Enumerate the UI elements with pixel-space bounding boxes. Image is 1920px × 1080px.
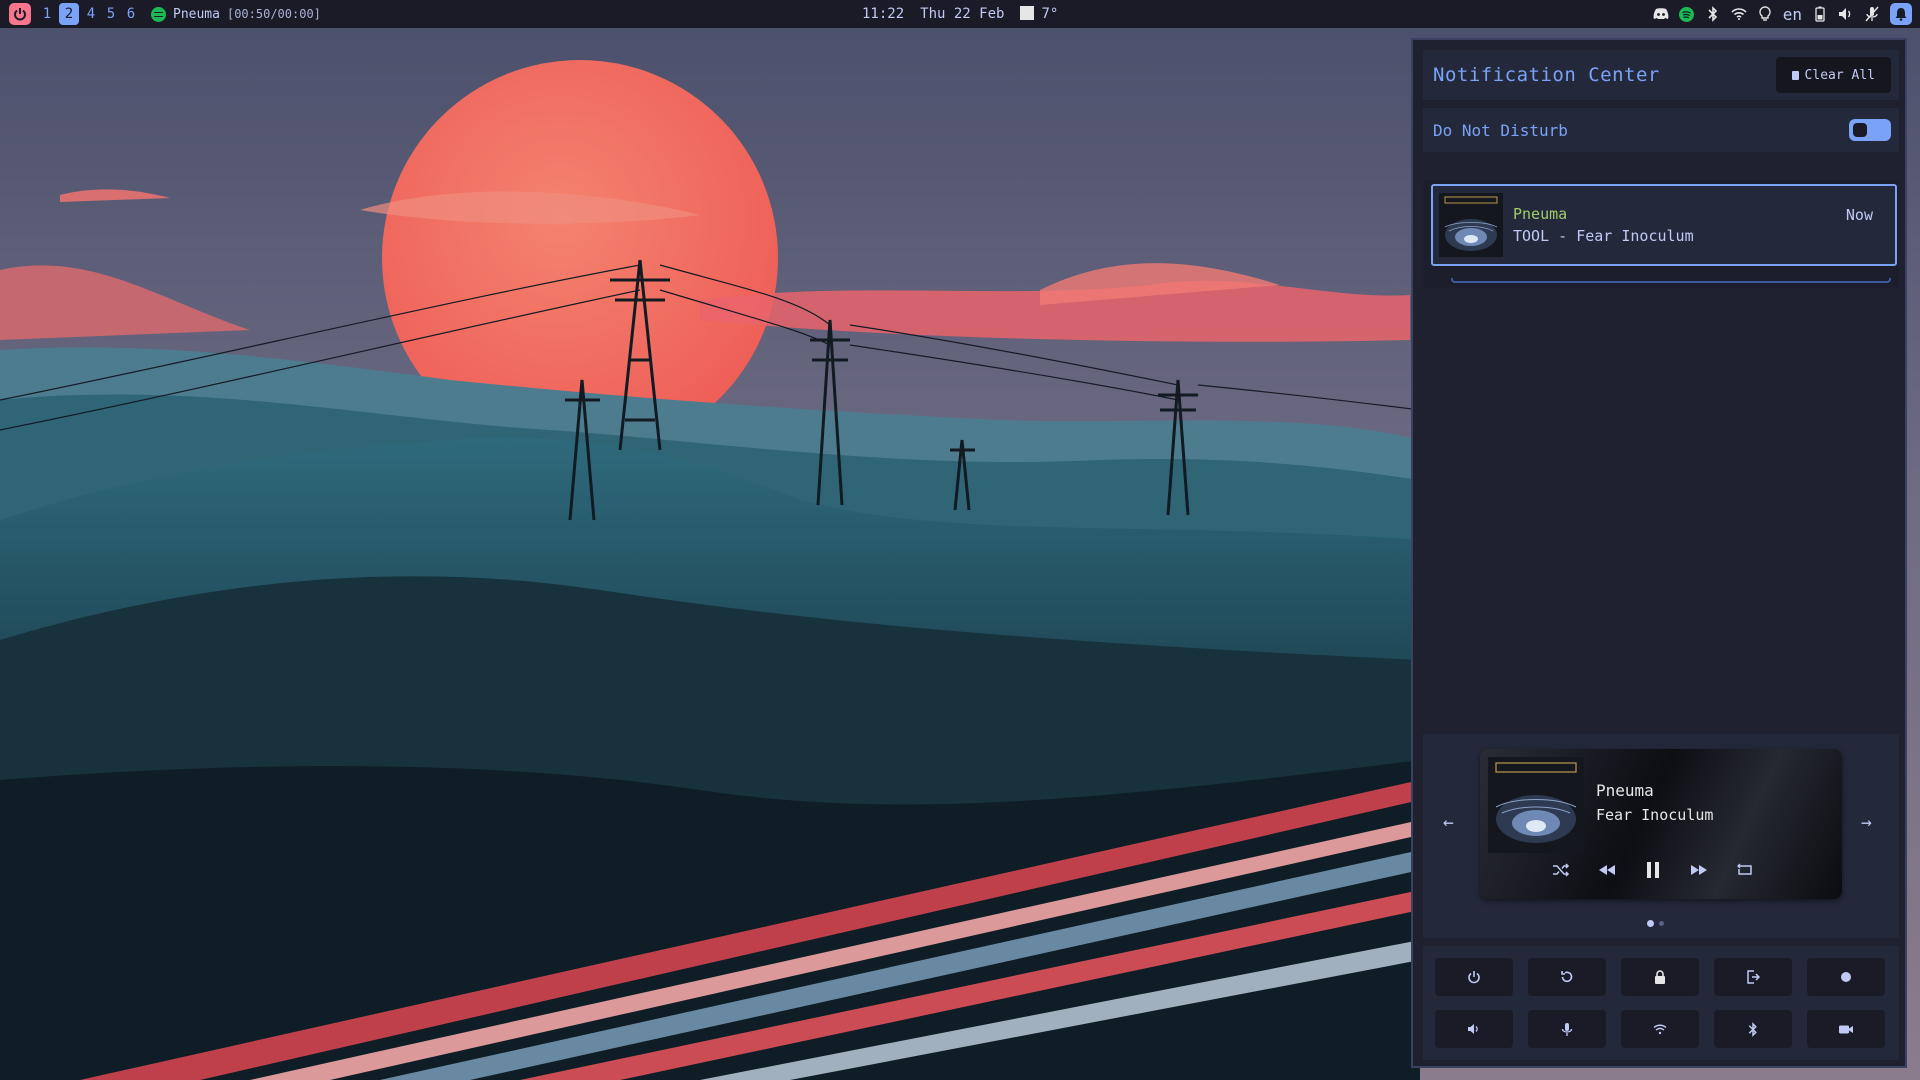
temperature: 7° bbox=[1041, 6, 1059, 22]
do-not-disturb-toggle[interactable] bbox=[1849, 119, 1891, 141]
logout-icon bbox=[1747, 970, 1760, 984]
notification-app: Pneuma bbox=[1513, 205, 1568, 223]
previous-icon[interactable] bbox=[1594, 857, 1620, 883]
player-controls bbox=[1548, 857, 1758, 883]
weather[interactable]: 7° bbox=[1020, 6, 1058, 22]
notification-time: Now bbox=[1845, 206, 1873, 224]
now-playing-time: [00:50/00:00] bbox=[226, 7, 321, 21]
wifi-button[interactable] bbox=[1621, 1010, 1699, 1048]
player-artist: Fear Inoculum bbox=[1596, 806, 1714, 824]
topbar-left: 1 2 4 5 6 Pneuma [00:50/00:00] bbox=[0, 0, 321, 28]
next-icon[interactable] bbox=[1686, 857, 1712, 883]
page-dot-active[interactable] bbox=[1647, 920, 1654, 927]
player-title: Pneuma bbox=[1596, 781, 1654, 800]
notification-list: Pneuma TOOL - Fear Inoculum Now bbox=[1423, 180, 1899, 288]
trash-icon bbox=[1791, 70, 1799, 80]
workspace-1[interactable]: 1 bbox=[37, 6, 57, 22]
reboot-icon bbox=[1561, 971, 1573, 983]
spotify-icon[interactable] bbox=[1679, 6, 1695, 22]
spotify-icon bbox=[151, 6, 166, 22]
pause-icon[interactable] bbox=[1640, 857, 1666, 883]
bell-icon[interactable] bbox=[1890, 3, 1912, 25]
notification-center-title: Notification Center bbox=[1433, 64, 1660, 86]
topbar-center: 11:22 Thu 22 Feb 7° bbox=[862, 0, 1058, 28]
do-not-disturb-row: Do Not Disturb bbox=[1423, 108, 1899, 152]
do-not-disturb-label: Do Not Disturb bbox=[1433, 120, 1568, 140]
quick-settings-panel bbox=[1423, 946, 1899, 1060]
clear-all-button[interactable]: Clear All bbox=[1775, 57, 1891, 93]
volume-button[interactable] bbox=[1435, 1010, 1513, 1048]
shuffle-icon[interactable] bbox=[1548, 857, 1574, 883]
volume-icon[interactable] bbox=[1838, 6, 1854, 22]
mic-button[interactable] bbox=[1528, 1010, 1606, 1048]
clear-all-label: Clear All bbox=[1804, 67, 1875, 83]
bluetooth-icon bbox=[1748, 1021, 1757, 1037]
camera-icon bbox=[1839, 1025, 1853, 1033]
workspace-5[interactable]: 5 bbox=[101, 6, 121, 22]
media-player-panel: ← Pneuma Fear Inoculum → bbox=[1423, 734, 1899, 938]
cloud-icon bbox=[1020, 6, 1035, 20]
player-pagination bbox=[1647, 920, 1664, 927]
bulb-icon[interactable] bbox=[1757, 6, 1773, 22]
power-icon bbox=[1468, 971, 1480, 984]
notification-content: Pneuma TOOL - Fear Inoculum bbox=[1513, 205, 1846, 245]
now-playing[interactable]: Pneuma [00:50/00:00] bbox=[151, 6, 321, 22]
keyboard-language[interactable]: en bbox=[1783, 5, 1802, 24]
logout-button[interactable] bbox=[1714, 958, 1792, 996]
discord-icon[interactable] bbox=[1653, 6, 1669, 22]
arrow-right-icon[interactable]: → bbox=[1861, 812, 1872, 833]
media-player-card: Pneuma Fear Inoculum bbox=[1480, 749, 1842, 899]
power-icon[interactable] bbox=[9, 3, 31, 25]
camera-button[interactable] bbox=[1807, 1010, 1885, 1048]
quick-settings-grid bbox=[1435, 958, 1885, 1048]
toggle-knob bbox=[1853, 123, 1867, 137]
power-button[interactable] bbox=[1435, 958, 1513, 996]
repeat-icon[interactable] bbox=[1732, 857, 1758, 883]
notification-body: TOOL - Fear Inoculum bbox=[1513, 227, 1694, 245]
album-art-icon bbox=[1488, 757, 1584, 853]
lock-button[interactable] bbox=[1621, 958, 1699, 996]
lock-icon bbox=[1655, 970, 1665, 984]
record-button[interactable] bbox=[1807, 958, 1885, 996]
mic-icon bbox=[1561, 1022, 1573, 1036]
mic-muted-icon[interactable] bbox=[1864, 6, 1880, 22]
bluetooth-icon[interactable] bbox=[1705, 6, 1721, 22]
page-dot[interactable] bbox=[1659, 921, 1664, 926]
workspace-2[interactable]: 2 bbox=[59, 3, 79, 25]
date[interactable]: Thu 22 Feb bbox=[920, 6, 1004, 22]
top-bar: 1 2 4 5 6 Pneuma [00:50/00:00] 11:22 Thu… bbox=[0, 0, 1920, 28]
notification-card[interactable]: Pneuma TOOL - Fear Inoculum Now bbox=[1431, 184, 1897, 266]
wifi-icon bbox=[1653, 1024, 1667, 1034]
clock[interactable]: 11:22 bbox=[862, 6, 904, 22]
notification-center: Notification Center Clear All Do Not Dis… bbox=[1411, 38, 1907, 1068]
battery-icon[interactable] bbox=[1812, 6, 1828, 22]
workspace-6[interactable]: 6 bbox=[121, 6, 141, 22]
arrow-left-icon[interactable]: ← bbox=[1443, 812, 1454, 833]
bluetooth-button[interactable] bbox=[1714, 1010, 1792, 1048]
wifi-icon[interactable] bbox=[1731, 6, 1747, 22]
notification-center-header: Notification Center Clear All bbox=[1423, 50, 1899, 100]
workspace-4[interactable]: 4 bbox=[81, 6, 101, 22]
system-tray: en bbox=[1653, 0, 1912, 28]
reboot-button[interactable] bbox=[1528, 958, 1606, 996]
now-playing-title: Pneuma bbox=[173, 6, 220, 22]
record-icon bbox=[1841, 972, 1851, 982]
notification-stack-indicator bbox=[1451, 278, 1891, 283]
album-art-icon bbox=[1439, 193, 1503, 257]
volume-icon bbox=[1468, 1024, 1478, 1034]
